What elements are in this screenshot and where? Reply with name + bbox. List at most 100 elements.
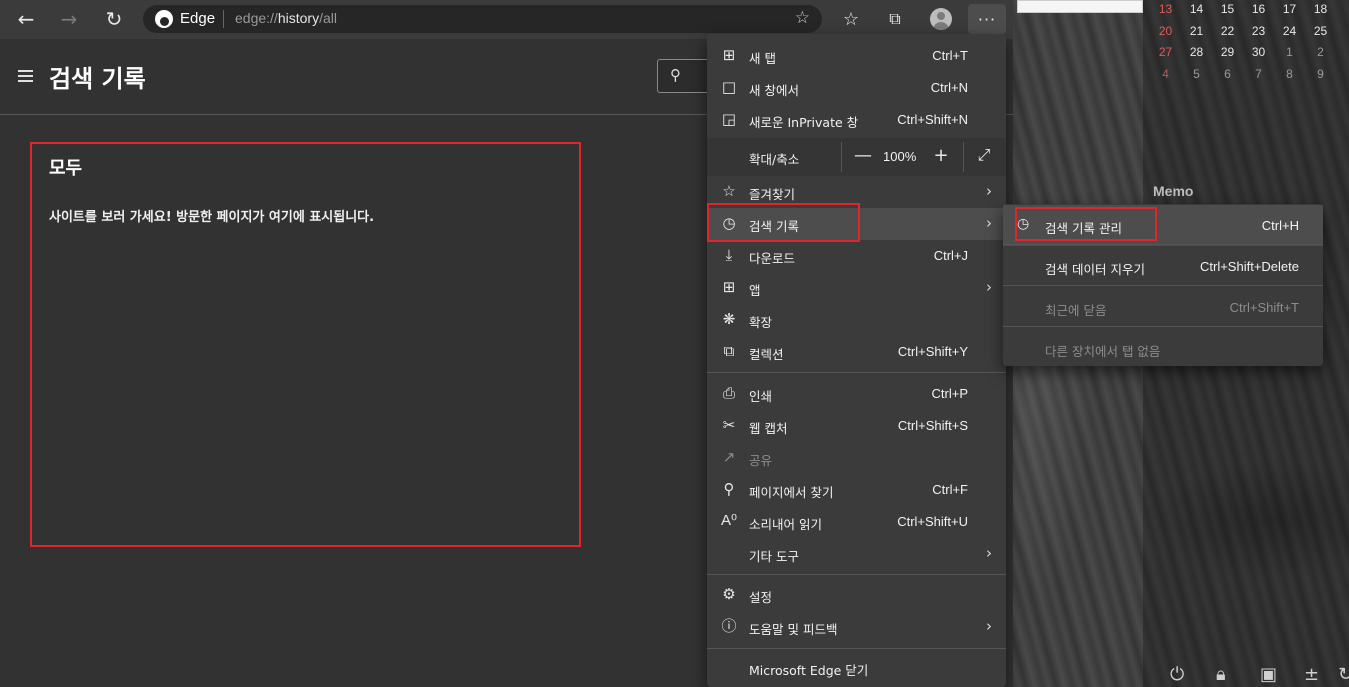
menu-item-label: Microsoft Edge 닫기	[749, 663, 869, 678]
calendar-day[interactable]: 14	[1181, 2, 1212, 24]
zoom-in-button[interactable]: +	[930, 145, 952, 166]
menu-item-new-inprivate[interactable]: ◲ 새로운 InPrivate 창 Ctrl+Shift+N	[707, 104, 1006, 136]
menu-item-label: 다운로드	[749, 251, 796, 266]
menu-item-label: 웹 캡처	[749, 421, 788, 436]
menu-item-settings[interactable]: ⚙ 설정	[707, 579, 1006, 611]
submenu-separator	[1003, 326, 1323, 327]
calendar-day[interactable]: 16	[1243, 2, 1274, 24]
settings-and-more-menu: ⊞ 새 탭 Ctrl+T □ 새 창에서 Ctrl+N ◲ 새로운 InPriv…	[707, 34, 1006, 687]
menu-item-favorites[interactable]: ☆ 즐겨찾기 ›	[707, 176, 1006, 208]
zoom-divider	[841, 142, 842, 172]
favorites-button[interactable]: ☆	[835, 4, 867, 34]
submenu-item-shortcut: Ctrl+Shift+Delete	[1200, 259, 1299, 274]
add-favorite-icon[interactable]: ☆	[795, 8, 810, 28]
history-content-panel: 모두 사이트를 보러 가세요! 방문한 페이지가 여기에 표시됩니다.	[30, 142, 581, 547]
submenu-item-label: 검색 데이터 지우기	[1045, 262, 1145, 277]
submenu-item-other-devices[interactable]: 다른 장치에서 탭 없음	[1003, 328, 1323, 369]
menu-item-extensions[interactable]: ❋ 확장	[707, 304, 1006, 336]
submenu-separator	[1003, 244, 1323, 245]
url-path: /all	[319, 10, 337, 26]
power-icon[interactable]: ⏻	[1170, 664, 1184, 685]
menu-item-label: 컬렉션	[749, 347, 784, 362]
menu-item-close-edge[interactable]: Microsoft Edge 닫기	[707, 652, 1006, 684]
submenu-item-manage-history[interactable]: ◷ 검색 기록 관리 Ctrl+H	[1003, 205, 1323, 246]
menu-item-shortcut: Ctrl+Shift+Y	[897, 344, 968, 359]
settings-and-more-button[interactable]: ···	[968, 4, 1006, 34]
extensions-puzzle-icon: ❋	[722, 310, 736, 328]
menu-item-label: 페이지에서 찾기	[749, 485, 834, 500]
favorites-list-icon: ☆	[722, 182, 736, 200]
menu-item-shortcut: Ctrl+Shift+S	[897, 418, 968, 433]
menu-item-new-tab[interactable]: ⊞ 새 탭 Ctrl+T	[707, 40, 1006, 72]
fullscreen-icon[interactable]: ⤢	[973, 145, 995, 165]
calendar-day[interactable]: 5	[1181, 67, 1212, 89]
menu-item-history[interactable]: ◷ 검색 기록 ›	[707, 208, 1006, 240]
submenu-item-recently-closed[interactable]: 최근에 닫음 Ctrl+Shift+T	[1003, 287, 1323, 328]
calendar-day[interactable]: 21	[1181, 24, 1212, 46]
calendar-day[interactable]: 4	[1150, 67, 1181, 89]
refresh-widget-icon[interactable]: ↻	[1338, 664, 1349, 685]
submenu-item-clear-browsing-data[interactable]: 검색 데이터 지우기 Ctrl+Shift+Delete	[1003, 246, 1323, 287]
refresh-icon: ↻	[105, 7, 123, 31]
collections-button[interactable]: ⧉	[879, 4, 911, 34]
calendar-day[interactable]: 24	[1274, 24, 1305, 46]
hamburger-menu-icon[interactable]	[18, 70, 33, 85]
refresh-button[interactable]: ↻	[98, 4, 130, 34]
chevron-right-icon: ›	[986, 544, 992, 562]
edge-brand-label: Edge	[180, 10, 216, 27]
chevron-right-icon: ›	[986, 214, 992, 232]
url-text[interactable]: edge://history/all	[235, 10, 337, 26]
menu-item-share[interactable]: ↗ 공유	[707, 442, 1006, 474]
help-icon: ⓘ	[721, 617, 737, 635]
menu-item-shortcut: Ctrl+P	[931, 386, 968, 401]
profile-avatar[interactable]	[930, 8, 952, 30]
menu-item-downloads[interactable]: ⤓ 다운로드 Ctrl+J	[707, 240, 1006, 272]
calendar-day[interactable]: 29	[1212, 45, 1243, 67]
calendar-day[interactable]: 1	[1274, 45, 1305, 67]
calendar-day[interactable]: 7	[1243, 67, 1274, 89]
calendar-day[interactable]: 17	[1274, 2, 1305, 24]
download-icon: ⤓	[725, 246, 733, 264]
chevron-right-icon: ›	[986, 278, 992, 296]
url-prefix: edge://	[235, 10, 278, 26]
menu-item-label: 설정	[749, 590, 773, 605]
menu-item-find-in-page[interactable]: ⚲ 페이지에서 찾기 Ctrl+F	[707, 474, 1006, 506]
lock-icon[interactable]: 🔒︎	[1216, 664, 1226, 685]
desktop-widget-input[interactable]	[1017, 0, 1143, 13]
forward-button[interactable]: →	[53, 4, 85, 34]
back-button[interactable]: ←	[10, 4, 42, 34]
submenu-item-shortcut: Ctrl+H	[1261, 218, 1299, 233]
calendar-day[interactable]: 15	[1212, 2, 1243, 24]
menu-item-collections[interactable]: ⧉ 컬렉션 Ctrl+Shift+Y	[707, 336, 1006, 368]
read-aloud-icon: A⁰	[720, 512, 738, 529]
menu-item-more-tools[interactable]: 기타 도구 ›	[707, 538, 1006, 570]
menu-item-read-aloud[interactable]: A⁰ 소리내어 읽기 Ctrl+Shift+U	[707, 506, 1006, 538]
menu-item-web-capture[interactable]: ✂ 웹 캡처 Ctrl+Shift+S	[707, 410, 1006, 442]
calendar-day[interactable]: 20	[1150, 24, 1181, 46]
calendar-day[interactable]: 30	[1243, 45, 1274, 67]
calendar-day[interactable]: 25	[1305, 24, 1336, 46]
forward-arrow-icon: →	[60, 7, 78, 31]
find-in-page-icon: ⚲	[723, 480, 735, 498]
calendar-day[interactable]: 23	[1243, 24, 1274, 46]
menu-item-print[interactable]: ⎙ 인쇄 Ctrl+P	[707, 378, 1006, 410]
calendar-day[interactable]: 9	[1305, 67, 1336, 89]
calendar-day[interactable]: 18	[1305, 2, 1336, 24]
zoom-out-button[interactable]: —	[852, 145, 874, 166]
back-arrow-icon: ←	[17, 7, 35, 31]
calculator-icon[interactable]: ±	[1304, 664, 1319, 685]
history-clock-icon: ◷	[722, 214, 736, 232]
calendar-day[interactable]: 8	[1274, 67, 1305, 89]
calendar-day[interactable]: 27	[1150, 45, 1181, 67]
menu-item-shortcut: Ctrl+T	[932, 48, 968, 63]
menu-item-apps[interactable]: ⊞ 앱 ›	[707, 272, 1006, 304]
calendar-day[interactable]: 2	[1305, 45, 1336, 67]
menu-item-new-window[interactable]: □ 새 창에서 Ctrl+N	[707, 72, 1006, 104]
menu-item-help-feedback[interactable]: ⓘ 도움말 및 피드백 ›	[707, 611, 1006, 643]
calendar-day[interactable]: 6	[1212, 67, 1243, 89]
address-bar[interactable]: Edge edge://history/all ☆	[143, 5, 822, 33]
calendar-day[interactable]: 22	[1212, 24, 1243, 46]
screen-capture-icon[interactable]: ▣	[1260, 664, 1277, 685]
calendar-day[interactable]: 28	[1181, 45, 1212, 67]
calendar-day[interactable]: 13	[1150, 2, 1181, 24]
